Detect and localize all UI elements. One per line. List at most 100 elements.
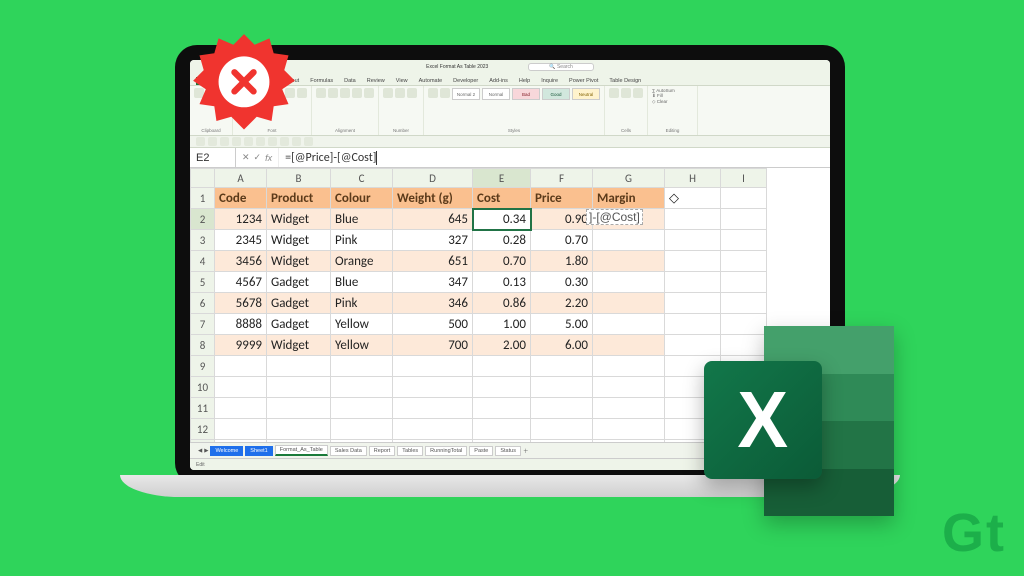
cell[interactable]: 0.86 bbox=[473, 293, 531, 314]
cell[interactable] bbox=[531, 356, 593, 377]
cell[interactable]: 2.20 bbox=[531, 293, 593, 314]
col-header[interactable]: E bbox=[473, 169, 531, 188]
cell[interactable] bbox=[215, 440, 267, 443]
row-header[interactable]: 2 bbox=[191, 209, 215, 230]
cell[interactable] bbox=[593, 251, 665, 272]
cell[interactable]: Blue bbox=[331, 209, 393, 230]
cell[interactable]: 0.30 bbox=[531, 272, 593, 293]
cell[interactable]: Gadget bbox=[267, 314, 331, 335]
cell[interactable]: Widget bbox=[267, 230, 331, 251]
col-header[interactable]: D bbox=[393, 169, 473, 188]
cell[interactable]: 1234 bbox=[215, 209, 267, 230]
align-right-icon[interactable] bbox=[340, 88, 350, 98]
col-header[interactable]: A bbox=[215, 169, 267, 188]
cell[interactable] bbox=[267, 356, 331, 377]
cell[interactable] bbox=[593, 293, 665, 314]
search-box[interactable]: 🔍 Search bbox=[528, 63, 593, 71]
cell[interactable] bbox=[721, 230, 767, 251]
tab-help[interactable]: Help bbox=[517, 77, 532, 85]
cell[interactable]: 5678 bbox=[215, 293, 267, 314]
style-good[interactable]: Good bbox=[542, 88, 570, 100]
cell[interactable] bbox=[665, 293, 721, 314]
cell[interactable]: 0.34 bbox=[473, 209, 531, 230]
fx-icon[interactable]: fx bbox=[265, 153, 272, 163]
cell[interactable]: 0.70 bbox=[473, 251, 531, 272]
cell[interactable]: 1.80 bbox=[531, 251, 593, 272]
cell[interactable] bbox=[393, 440, 473, 443]
tab-review[interactable]: Review bbox=[365, 77, 387, 85]
cell[interactable] bbox=[593, 314, 665, 335]
merge-icon[interactable] bbox=[364, 88, 374, 98]
cell[interactable] bbox=[393, 419, 473, 440]
tab-power-pivot[interactable]: Power Pivot bbox=[567, 77, 600, 85]
cell[interactable] bbox=[473, 398, 531, 419]
cell[interactable] bbox=[593, 377, 665, 398]
insert-cells-icon[interactable] bbox=[609, 88, 619, 98]
cell[interactable]: Pink bbox=[331, 293, 393, 314]
cell[interactable]: Yellow bbox=[331, 335, 393, 356]
qat-icon[interactable] bbox=[268, 137, 277, 146]
delete-cells-icon[interactable] bbox=[621, 88, 631, 98]
sheet-tab[interactable]: Paste bbox=[469, 446, 493, 456]
cell[interactable] bbox=[331, 356, 393, 377]
qat-icon[interactable] bbox=[232, 137, 241, 146]
conditional-formatting-icon[interactable] bbox=[428, 88, 438, 98]
cell[interactable]: Widget bbox=[267, 209, 331, 230]
comma-icon[interactable] bbox=[407, 88, 417, 98]
table-header-cell[interactable]: Weight (g) bbox=[393, 188, 473, 209]
cell[interactable] bbox=[665, 251, 721, 272]
qat-icon[interactable] bbox=[280, 137, 289, 146]
sheet-tab[interactable]: Format_As_Table bbox=[275, 445, 328, 456]
cell[interactable] bbox=[331, 377, 393, 398]
align-left-icon[interactable] bbox=[316, 88, 326, 98]
sheet-tab[interactable]: Report bbox=[369, 446, 396, 456]
cell[interactable] bbox=[665, 230, 721, 251]
cell[interactable] bbox=[393, 398, 473, 419]
cell[interactable] bbox=[721, 293, 767, 314]
style-bad[interactable]: Bad bbox=[512, 88, 540, 100]
cell[interactable]: Blue bbox=[331, 272, 393, 293]
cell[interactable]: 9999 bbox=[215, 335, 267, 356]
cell[interactable] bbox=[531, 398, 593, 419]
cell[interactable] bbox=[393, 356, 473, 377]
cancel-icon[interactable]: ✕ bbox=[242, 152, 250, 163]
cell[interactable] bbox=[593, 419, 665, 440]
cell[interactable] bbox=[531, 440, 593, 443]
cell[interactable]: Yellow bbox=[331, 314, 393, 335]
table-header-cell[interactable]: Cost bbox=[473, 188, 531, 209]
cell[interactable] bbox=[215, 377, 267, 398]
cell[interactable] bbox=[215, 419, 267, 440]
cell[interactable]: 2345 bbox=[215, 230, 267, 251]
save-icon[interactable] bbox=[196, 137, 205, 146]
cell[interactable]: Gadget bbox=[267, 293, 331, 314]
col-header[interactable]: G bbox=[593, 169, 665, 188]
cell[interactable]: 0.70 bbox=[531, 230, 593, 251]
table-header-cell[interactable]: Product bbox=[267, 188, 331, 209]
cell[interactable]: Orange bbox=[331, 251, 393, 272]
cell[interactable] bbox=[267, 440, 331, 443]
cell[interactable]: 0.13 bbox=[473, 272, 531, 293]
cell[interactable]: 651 bbox=[393, 251, 473, 272]
format-cells-icon[interactable] bbox=[633, 88, 643, 98]
cell[interactable] bbox=[473, 356, 531, 377]
cell[interactable]: 0.28 bbox=[473, 230, 531, 251]
undo-icon[interactable] bbox=[208, 137, 217, 146]
qat-icon[interactable] bbox=[304, 137, 313, 146]
cell[interactable]: 6.00 bbox=[531, 335, 593, 356]
cell[interactable] bbox=[331, 419, 393, 440]
col-header[interactable]: B bbox=[267, 169, 331, 188]
table-header-cell[interactable]: Price bbox=[531, 188, 593, 209]
col-header[interactable]: H bbox=[665, 169, 721, 188]
col-header[interactable]: C bbox=[331, 169, 393, 188]
cell[interactable] bbox=[393, 377, 473, 398]
cell[interactable] bbox=[531, 419, 593, 440]
cell[interactable]: 500 bbox=[393, 314, 473, 335]
cell[interactable] bbox=[593, 272, 665, 293]
percent-icon[interactable] bbox=[395, 88, 405, 98]
cell[interactable]: 346 bbox=[393, 293, 473, 314]
cell[interactable]: 4567 bbox=[215, 272, 267, 293]
cell[interactable]: 5.00 bbox=[531, 314, 593, 335]
row-header[interactable]: 5 bbox=[191, 272, 215, 293]
qat-icon[interactable] bbox=[256, 137, 265, 146]
cell[interactable] bbox=[473, 440, 531, 443]
